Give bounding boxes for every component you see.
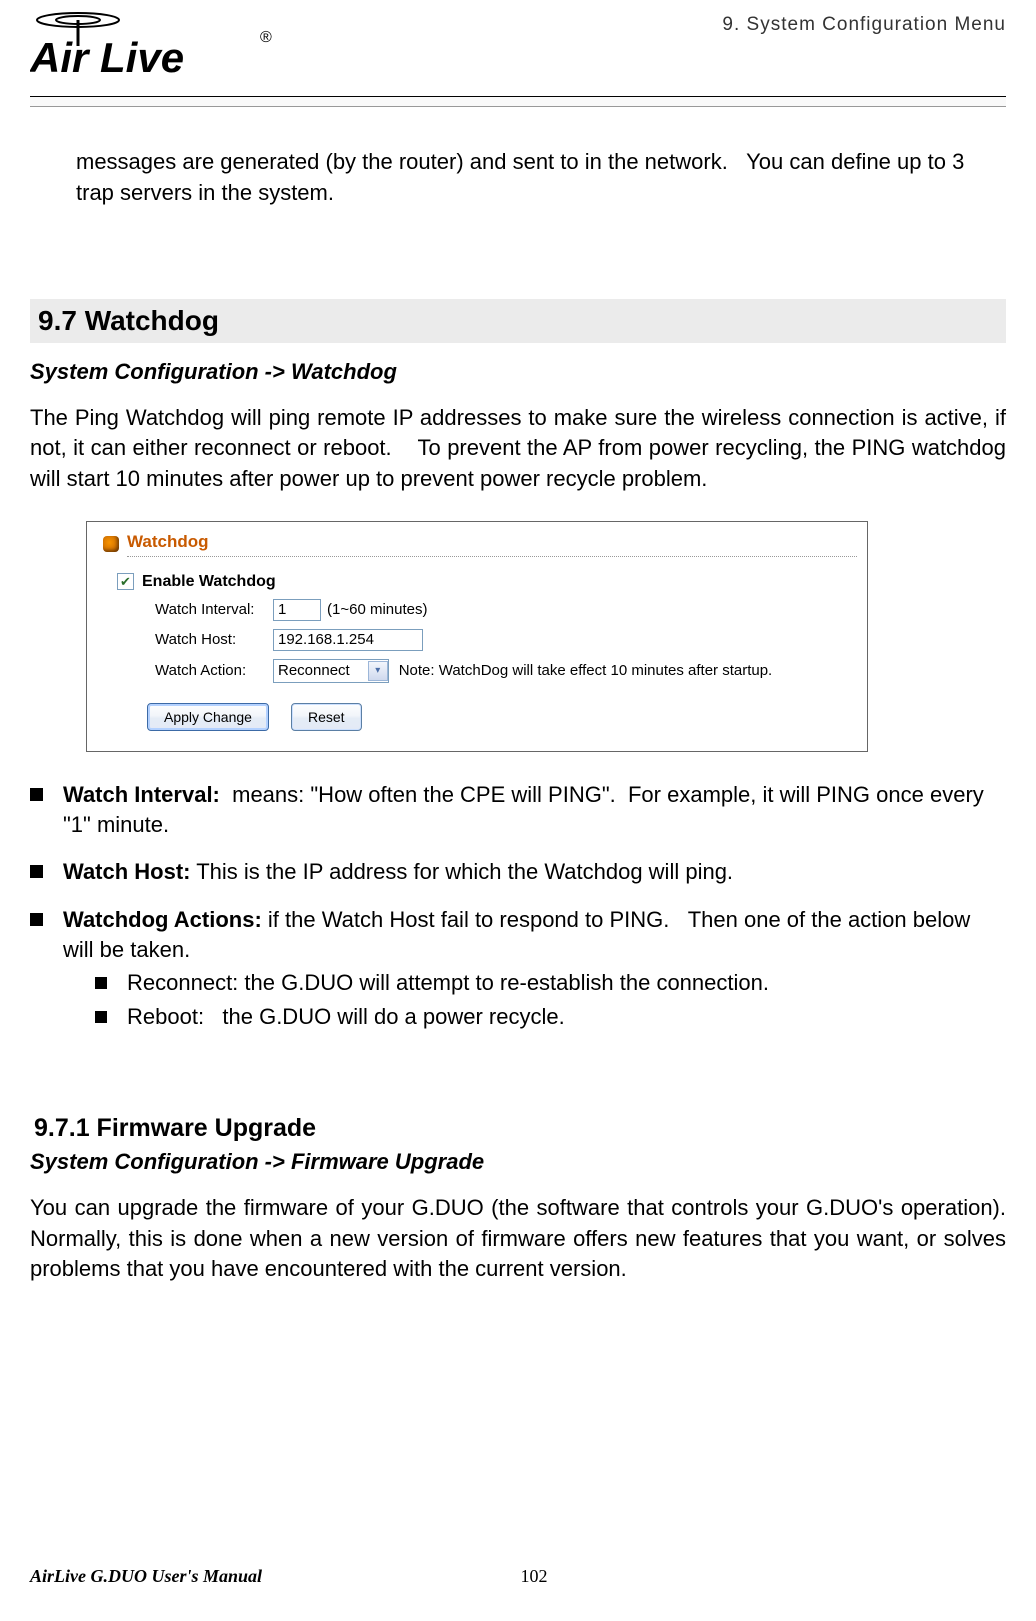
svg-text:®: ® [260,29,272,46]
breadcrumb-watchdog: System Configuration -> Watchdog [30,359,1006,385]
reset-button[interactable]: Reset [291,703,362,731]
watch-action-label: Watch Action: [155,659,273,679]
watchdog-description: The Ping Watchdog will ping remote IP ad… [30,403,1006,495]
breadcrumb-firmware: System Configuration -> Firmware Upgrade [30,1149,1006,1175]
bullet-watch-interval: Watch Interval: means: "How often the CP… [63,780,1006,839]
sub-bullet-reboot: Reboot: the G.DUO will do a power recycl… [127,1002,565,1032]
header-divider [30,96,1006,107]
bullet-icon [30,865,43,878]
bullet-icon [30,913,43,926]
watch-interval-input[interactable] [273,599,321,621]
bullet-watchdog-actions: Watchdog Actions: if the Watch Host fail… [63,905,1006,1032]
bullet-icon [30,788,43,801]
chapter-label: 9. System Configuration Menu [722,10,1006,36]
watch-host-input[interactable] [273,629,423,651]
footer-manual-title: AirLive G.DUO User's Manual [30,1566,262,1587]
svg-text:Air Live: Air Live [30,34,184,81]
apply-change-button[interactable]: Apply Change [147,703,269,731]
watch-interval-unit: (1~60 minutes) [327,601,427,618]
watch-action-note: Note: WatchDog will take effect 10 minut… [399,662,773,679]
sub-bullet-icon [95,1011,107,1023]
chevron-down-icon[interactable]: ▾ [368,661,388,681]
panel-title: Watchdog [127,532,857,557]
sub-bullet-reconnect: Reconnect: the G.DUO will attempt to re-… [127,968,769,998]
bullet-watch-host: Watch Host: This is the IP address for w… [63,857,733,887]
brand-logo: Air Live ® [30,10,290,90]
watch-action-select[interactable]: Reconnect ▾ [273,659,389,683]
watch-interval-label: Watch Interval: [155,601,273,618]
enable-watchdog-checkbox[interactable]: ✔ [117,573,134,590]
section-9-7-heading: 9.7 Watchdog [30,299,1006,343]
watch-action-value: Reconnect [278,662,350,679]
panel-icon [103,536,119,552]
section-9-7-1-heading: 9.7.1 Firmware Upgrade [34,1114,1006,1143]
watch-host-label: Watch Host: [155,631,273,648]
enable-watchdog-label: Enable Watchdog [142,573,276,591]
firmware-description: You can upgrade the firmware of your G.D… [30,1193,1006,1285]
watchdog-config-panel: Watchdog ✔ Enable Watchdog Watch Interva… [86,521,868,752]
intro-paragraph: messages are generated (by the router) a… [76,147,996,209]
footer-page-number: 102 [262,1566,806,1587]
sub-bullet-icon [95,977,107,989]
